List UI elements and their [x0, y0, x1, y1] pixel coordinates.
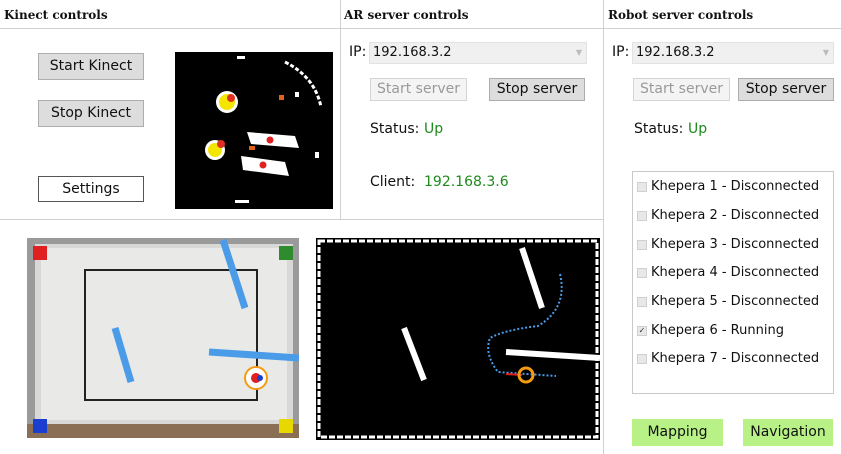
- robot-label: Khepera 1 - Disconnected: [651, 179, 820, 194]
- ar-ip-value: 192.168.3.2: [373, 45, 452, 60]
- ar-status-value: Up: [424, 121, 444, 137]
- ar-server-panel-title: AR server controls: [344, 8, 469, 22]
- ar-stop-server-button[interactable]: Stop server: [489, 78, 585, 101]
- list-item[interactable]: Khepera 3 - Disconnected: [637, 235, 819, 255]
- kinect-panel-title: Kinect controls: [4, 8, 108, 22]
- robot-checkbox[interactable]: [637, 354, 647, 364]
- robot-ip-label: IP:: [612, 44, 630, 60]
- robot-status-value: Up: [688, 121, 708, 137]
- mapping-button[interactable]: Mapping: [632, 419, 723, 446]
- stop-kinect-button[interactable]: Stop Kinect: [38, 100, 144, 127]
- robot-stop-server-button[interactable]: Stop server: [738, 78, 834, 101]
- ar-client-label: Client:: [370, 174, 416, 190]
- robot-ip-combobox[interactable]: 192.168.3.2 ▼: [632, 42, 834, 64]
- ar-status-label: Status:: [370, 121, 420, 137]
- settings-button[interactable]: Settings: [38, 176, 144, 202]
- map-view: [316, 238, 601, 440]
- robot-label: Khepera 7 - Disconnected: [651, 351, 820, 366]
- robot-checkbox[interactable]: [637, 240, 647, 250]
- list-item[interactable]: Khepera 1 - Disconnected: [637, 177, 819, 197]
- robot-start-server-button[interactable]: Start server: [633, 78, 730, 101]
- robot-ip-value: 192.168.3.2: [636, 45, 715, 60]
- camera-ar-view: [27, 238, 300, 438]
- list-item[interactable]: Khepera 7 - Disconnected: [637, 349, 819, 369]
- list-item[interactable]: ✓ Khepera 6 - Running: [637, 321, 784, 341]
- robot-checkbox[interactable]: [637, 297, 647, 307]
- robot-status-label: Status:: [634, 121, 684, 137]
- robot-server-panel-title: Robot server controls: [608, 8, 754, 22]
- list-item[interactable]: Khepera 2 - Disconnected: [637, 206, 819, 226]
- list-item[interactable]: Khepera 5 - Disconnected: [637, 292, 819, 312]
- robot-checkbox[interactable]: ✓: [637, 326, 647, 336]
- start-kinect-button[interactable]: Start Kinect: [38, 53, 144, 80]
- robot-label: Khepera 2 - Disconnected: [651, 208, 820, 223]
- robot-label: Khepera 6 - Running: [651, 323, 784, 338]
- ar-ip-label: IP:: [349, 44, 367, 60]
- chevron-down-icon: ▼: [575, 48, 582, 57]
- ar-ip-combobox[interactable]: 192.168.3.2 ▼: [369, 42, 587, 64]
- ar-start-server-button[interactable]: Start server: [370, 78, 467, 101]
- robot-label: Khepera 4 - Disconnected: [651, 265, 820, 280]
- robot-label: Khepera 3 - Disconnected: [651, 237, 820, 252]
- robot-checkbox[interactable]: [637, 182, 647, 192]
- ar-client-value: 192.168.3.6: [424, 174, 509, 190]
- kinect-blob-view: [175, 52, 333, 209]
- ar-robot-divider: [603, 0, 604, 454]
- robot-checkbox[interactable]: [637, 211, 647, 221]
- upper-lower-divider: [0, 219, 603, 220]
- robot-list[interactable]: Khepera 1 - Disconnected Khepera 2 - Dis…: [632, 171, 834, 394]
- robot-checkbox[interactable]: [637, 268, 647, 278]
- list-item[interactable]: Khepera 4 - Disconnected: [637, 263, 819, 283]
- title-divider: [0, 28, 841, 29]
- kinect-ar-divider: [340, 0, 341, 219]
- navigation-button[interactable]: Navigation: [743, 419, 833, 446]
- robot-label: Khepera 5 - Disconnected: [651, 294, 820, 309]
- chevron-down-icon: ▼: [822, 48, 829, 57]
